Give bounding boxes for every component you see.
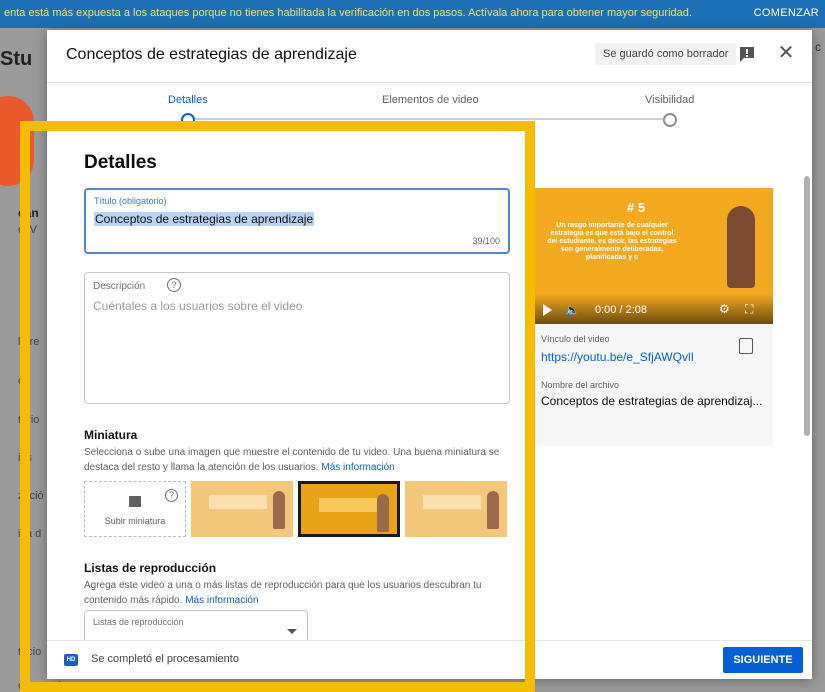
step-dot-details[interactable]	[181, 113, 195, 127]
dialog-header: Conceptos de estrategias de aprendizaje …	[47, 30, 812, 83]
title-field[interactable]: Título (obligatorio) Conceptos de estrat…	[84, 188, 510, 254]
bg-right-text: c	[815, 40, 821, 54]
bg-nav-item: zació	[18, 490, 44, 502]
close-icon[interactable]: ✕	[775, 42, 797, 64]
player-controls: 🔈 0:00 / 2:08 ⚙ ⛶	[535, 294, 773, 324]
slide-text: Un rasgo importante de cualquier estrate…	[547, 222, 677, 261]
copy-icon[interactable]	[739, 338, 753, 354]
help-icon[interactable]: ?	[165, 489, 178, 502]
thumbnail-text: Selecciona o sube una imagen que muestre…	[84, 447, 500, 473]
play-icon[interactable]	[543, 304, 552, 316]
video-player[interactable]: # 5 Un rasgo importante de cualquier est…	[535, 188, 773, 324]
thumbnail-options: ? Subir miniatura	[84, 481, 514, 539]
video-link[interactable]: https://youtu.be/e_SfjAWQvlI	[541, 350, 694, 364]
thumbnail-heading: Miniatura	[84, 428, 138, 442]
start-button[interactable]: COMENZAR	[754, 0, 819, 26]
thumbnail-description: Selecciona o sube una imagen que muestre…	[84, 445, 514, 475]
channel-avatar	[0, 96, 34, 186]
video-preview-panel: # 5 Un rasgo importante de cualquier est…	[535, 188, 773, 446]
bg-nav-item: le re	[18, 336, 40, 348]
upload-dialog: Conceptos de estrategias de aprendizaje …	[47, 30, 812, 679]
dialog-footer: HD Se completó el procesamiento SIGUIENT…	[47, 640, 812, 679]
upload-thumbnail-button[interactable]: ? Subir miniatura	[84, 481, 186, 537]
playlists-select[interactable]: Listas de reproducción	[84, 610, 308, 640]
thumbnail-option-1[interactable]	[191, 481, 293, 537]
bg-channel-sub: ocV	[18, 224, 37, 236]
saved-draft-badge: Se guardó como borrador	[595, 43, 737, 65]
description-field[interactable]: Descripción ? Cuéntales a los usuarios s…	[84, 272, 510, 404]
slide-number: # 5	[627, 200, 646, 215]
thumbnail-option-2-selected[interactable]	[298, 481, 400, 537]
scrollbar-thumb[interactable]	[804, 176, 810, 436]
feedback-icon[interactable]	[739, 46, 755, 62]
upload-thumbnail-label: Subir miniatura	[104, 516, 166, 526]
chevron-down-icon	[287, 629, 297, 634]
title-label: Título (obligatorio)	[94, 196, 167, 206]
bg-nav-item: cs	[18, 375, 29, 387]
details-heading: Detalles	[84, 152, 157, 173]
bg-nav-item: tario	[18, 414, 40, 426]
bg-channel-name: can	[18, 206, 39, 220]
file-name-label: Nombre del archivo	[541, 380, 620, 390]
thumbnail-more-info-link[interactable]: Más información	[321, 462, 394, 473]
bg-nav-item: omentarios	[18, 680, 73, 692]
bg-nav-item: ica d	[18, 528, 42, 540]
gear-icon[interactable]: ⚙	[719, 302, 730, 316]
bg-nav-item: tacio	[18, 646, 42, 658]
hd-badge: HD	[64, 654, 78, 666]
description-label: Descripción	[93, 281, 146, 292]
background-logo: Stu	[0, 48, 33, 70]
step-dot-visibility[interactable]	[663, 113, 677, 127]
playlists-more-info-link[interactable]: Más información	[185, 595, 258, 606]
playlists-select-label: Listas de reproducción	[93, 617, 184, 627]
tab-video-elements[interactable]: Elementos de video	[382, 94, 479, 106]
tab-details[interactable]: Detalles	[168, 94, 208, 106]
dialog-title: Conceptos de estrategias de aprendizaje	[66, 46, 357, 63]
next-button[interactable]: SIGUIENTE	[723, 647, 803, 673]
volume-icon[interactable]: 🔈	[565, 303, 580, 317]
file-name: Conceptos de estrategias de aprendizaj..…	[541, 394, 763, 408]
playlists-text: Agrega este video a una o más listas de …	[84, 580, 482, 606]
fullscreen-icon[interactable]: ⛶	[745, 302, 753, 317]
description-input[interactable]: Cuéntales a los usuarios sobre el video	[93, 299, 302, 313]
presenter-figure	[727, 206, 755, 288]
help-icon[interactable]: ?	[167, 278, 181, 292]
playlists-description: Agrega este video a una o más listas de …	[84, 578, 514, 608]
steps-progress-line	[187, 118, 667, 120]
playlists-heading: Listas de reproducción	[84, 561, 217, 575]
security-banner: enta está más expuesta a los ataques por…	[0, 0, 825, 28]
thumbnail-option-3[interactable]	[405, 481, 507, 537]
title-input[interactable]: Conceptos de estrategias de aprendizaje	[94, 212, 315, 226]
image-add-icon	[129, 496, 141, 507]
tab-visibility[interactable]: Visibilidad	[645, 94, 694, 106]
banner-message: enta está más expuesta a los ataques por…	[4, 7, 692, 19]
video-time: 0:00 / 2:08	[595, 304, 647, 316]
upload-steps: Detalles Elementos de video Visibilidad	[47, 82, 812, 130]
processing-status: Se completó el procesamiento	[91, 653, 239, 665]
title-counter: 39/100	[472, 236, 500, 246]
bg-nav-item: ios	[18, 452, 33, 464]
video-link-label: Vínculo del video	[541, 334, 610, 344]
